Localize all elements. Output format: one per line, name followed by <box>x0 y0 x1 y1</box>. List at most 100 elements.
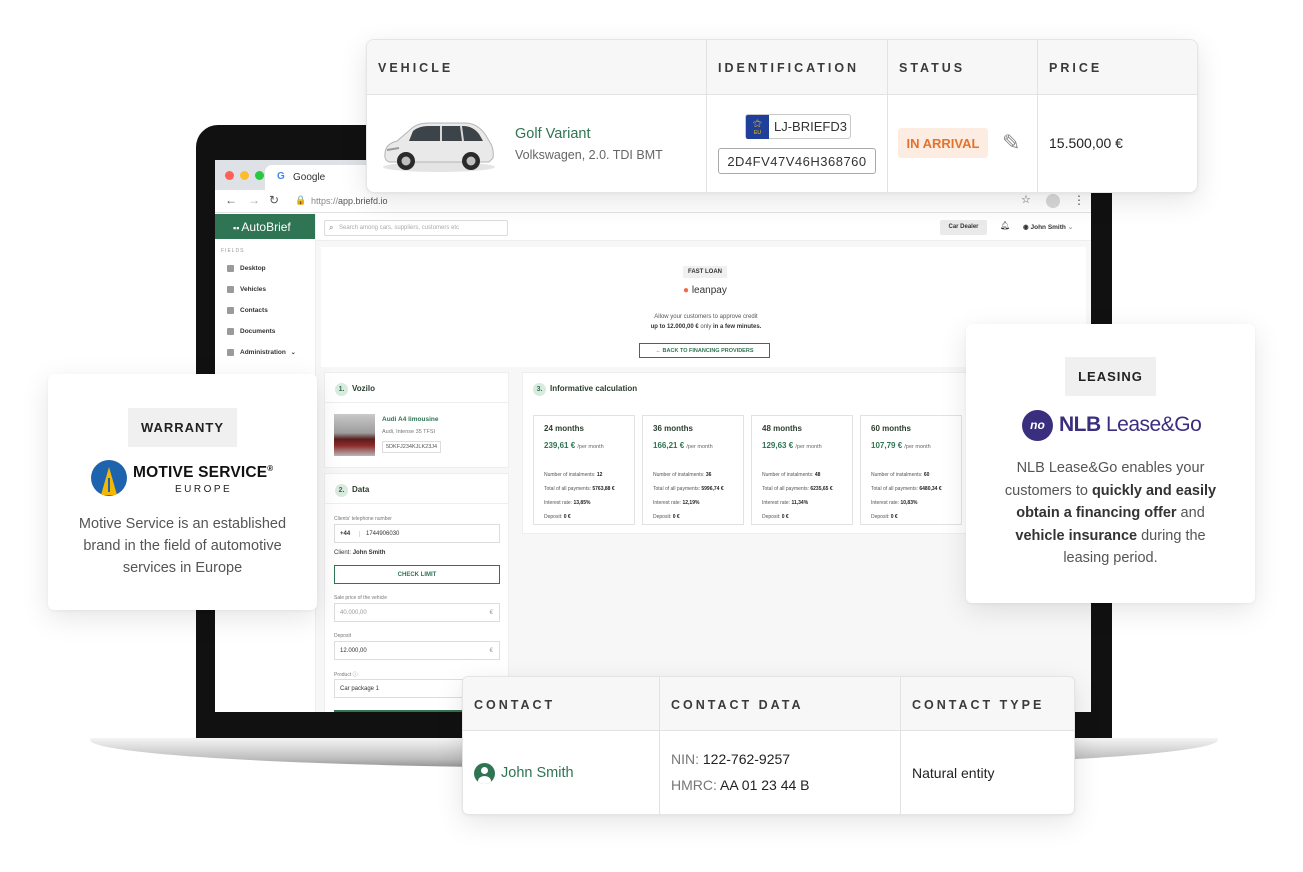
back-arrow-icon[interactable]: ← <box>225 193 237 207</box>
back-to-providers-button[interactable]: ← BACK TO FINANCING PROVIDERS <box>639 343 770 358</box>
more-menu-icon[interactable]: ⋮ <box>1073 193 1085 207</box>
app-logo[interactable]: ▪▪ AutoBrief <box>215 214 315 239</box>
contact-table-card: CONTACT CONTACT DATA CONTACT TYPE John S… <box>462 676 1075 815</box>
motive-logo-title: MOTIVE SERVICE® <box>133 464 273 482</box>
car-image <box>383 122 495 172</box>
forward-arrow-icon[interactable]: → <box>248 193 260 207</box>
plan-row-label: Interest rate: <box>544 500 573 506</box>
panel-title: Informative calculation <box>550 384 638 393</box>
bell-icon[interactable]: 🔔︎ <box>1000 221 1010 230</box>
plan-row-label: Total of all payments: <box>762 486 809 492</box>
plan-row-label: Interest rate: <box>653 500 682 506</box>
contacts-icon <box>227 307 234 314</box>
bookmark-star-icon[interactable]: ☆ <box>1021 193 1031 206</box>
plan-row-instalments: Number of instalments: 12 <box>544 472 602 478</box>
nin-value: 122-762-9257 <box>702 751 791 767</box>
minimize-window-icon[interactable] <box>240 171 249 180</box>
plan-row-label: Number of instalments: <box>871 472 923 478</box>
check-limit-button[interactable]: CHECK LIMIT <box>334 565 500 584</box>
column-header-contact: CONTACT <box>474 698 556 712</box>
chevron-down-icon: ⌄ <box>290 350 296 357</box>
car-name-link[interactable]: Audi A4 limousine <box>382 416 438 423</box>
financing-plan-card[interactable]: 24 months 239,61 € /per month Number of in… <box>533 415 635 525</box>
sidebar-item-vehicles[interactable]: Vehicles <box>215 279 315 300</box>
user-menu[interactable]: ◉ John Smith ⌄ <box>1023 223 1073 231</box>
financing-plan-card[interactable]: 48 months 129,63 € /per month Number of in… <box>751 415 853 525</box>
url-host: app.briefd.io <box>338 196 388 206</box>
sidebar-section-label: FIELDS <box>221 248 245 254</box>
deposit-field[interactable]: 12.000,00 € <box>334 641 500 660</box>
contact-name-link[interactable]: John Smith <box>501 765 574 781</box>
contact-nin: NIN: 122-762-9257 <box>671 751 790 767</box>
hmrc-value: AA 01 23 44 B <box>720 777 810 793</box>
maximize-window-icon[interactable] <box>255 171 264 180</box>
phone-prefix[interactable]: +44 <box>340 531 360 537</box>
column-divider <box>706 40 707 192</box>
warranty-description: Motive Service is an established brand i… <box>78 516 287 576</box>
chevron-down-icon: ⌄ <box>1067 224 1074 231</box>
fast-loan-badge: FAST LOAN <box>683 266 727 278</box>
sidebar-item-administration[interactable]: Administration ⌄ <box>215 342 315 363</box>
address-bar[interactable]: https://app.briefd.io <box>311 196 388 206</box>
step-number: 2. <box>335 484 348 497</box>
motive-logo-title-text: MOTIVE SERVICE <box>133 464 268 482</box>
loan-desc-speed: in a few minutes. <box>713 324 762 330</box>
plan-monthly-amount: 166,21 € /per month <box>653 441 713 450</box>
vehicle-panel-header: 1. Vozilo <box>325 373 508 403</box>
plan-row-label: Deposit: <box>762 514 781 520</box>
per-month-label: /per month <box>577 444 604 450</box>
plan-row-deposit: Deposit: 0 € <box>762 514 789 520</box>
plan-row-label: Deposit: <box>653 514 672 520</box>
phone-label: Clients' telephone number <box>334 516 392 522</box>
plan-title: 48 months <box>762 424 803 433</box>
sale-price-field[interactable]: 40.000,00 € <box>334 603 500 622</box>
data-panel-header: 2. Data <box>325 474 508 504</box>
close-window-icon[interactable] <box>225 171 234 180</box>
plan-row-interest: Interest rate: 10,83% <box>871 500 917 506</box>
plan-row-total: Total of all payments: 5763,88 € <box>544 486 615 492</box>
plan-row-value: 6235,65 € <box>810 486 833 492</box>
vehicle-name-link[interactable]: Golf Variant <box>515 126 591 142</box>
phone-field[interactable]: +44 1744906030 <box>334 524 500 543</box>
step-number: 3. <box>533 383 546 396</box>
plan-row-value: 0 € <box>563 514 571 520</box>
plan-row-total: Total of all payments: 5996,74 € <box>653 486 724 492</box>
profile-avatar[interactable] <box>1046 194 1060 208</box>
plan-monthly-amount: 129,63 € /per month <box>762 441 822 450</box>
sidebar-item-label: Documents <box>240 328 276 336</box>
warranty-tag: WARRANTY <box>127 408 238 447</box>
edit-pencil-icon[interactable]: ✎ <box>1002 130 1020 156</box>
phone-value: 1744906030 <box>366 531 400 537</box>
plan-title: 36 months <box>653 424 694 433</box>
vehicle-subtitle: Volkswagen, 2.0. TDI BMT <box>515 148 663 162</box>
browser-tab-title: Google <box>293 172 326 183</box>
contact-hmrc: HMRC: AA 01 23 44 B <box>671 777 810 793</box>
plan-amount-value: 166,21 € <box>653 441 685 450</box>
sidebar-item-documents[interactable]: Documents <box>215 321 315 342</box>
plan-monthly-amount: 107,79 € /per month <box>871 441 931 450</box>
reload-icon[interactable]: ↻ <box>269 193 279 207</box>
user-name: John Smith <box>1030 224 1066 231</box>
loan-desc-mid: only <box>698 324 714 330</box>
plan-row-instalments: Number of instalments: 60 <box>871 472 929 478</box>
sidebar-item-contacts[interactable]: Contacts <box>215 300 315 321</box>
plan-row-label: Number of instalments: <box>544 472 596 478</box>
leanpay-logo: ● leanpay <box>683 285 727 296</box>
contact-type: Natural entity <box>912 765 995 781</box>
sidebar-item-label: Desktop <box>240 265 266 273</box>
financing-plan-card[interactable]: 60 months 107,79 € /per month Number of in… <box>860 415 962 525</box>
global-search-input[interactable]: ⌕ Search among cars, suppliers, customer… <box>324 220 508 236</box>
app-logo-text: AutoBrief <box>241 220 291 234</box>
vehicle-panel: 1. Vozilo Audi A4 limousine Audi, Intense… <box>324 372 509 468</box>
sidebar-item-desktop[interactable]: Desktop <box>215 258 315 279</box>
financing-plan-card[interactable]: 36 months 166,21 € /per month Number of in… <box>642 415 744 525</box>
panel-title: Vozilo <box>352 384 375 393</box>
plan-row-label: Total of all payments: <box>653 486 700 492</box>
plan-row-deposit: Deposit: 0 € <box>653 514 680 520</box>
column-divider <box>900 677 901 814</box>
car-dealer-button[interactable]: Car Dealer <box>940 220 987 235</box>
arrow-left-icon: ← <box>655 348 662 354</box>
back-button-label: BACK TO FINANCING PROVIDERS <box>662 348 754 354</box>
plan-row-total: Total of all payments: 6235,65 € <box>762 486 833 492</box>
client-line: Client: John Smith <box>334 550 385 556</box>
